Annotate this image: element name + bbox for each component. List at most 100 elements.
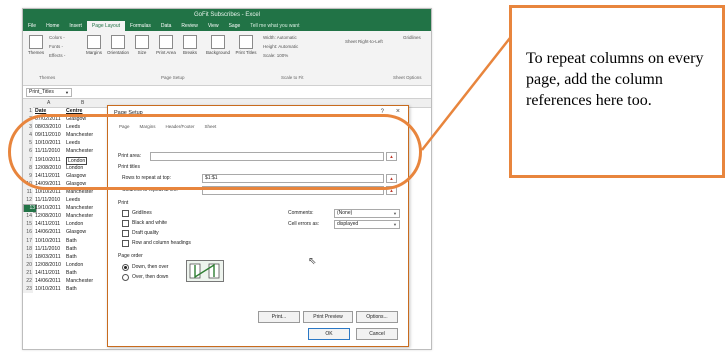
tab-review[interactable]: Review bbox=[176, 21, 202, 31]
centre-cell[interactable]: Manchester bbox=[66, 212, 93, 220]
tab-home[interactable]: Home bbox=[41, 21, 64, 31]
sheet-right-to-left-button[interactable]: Sheet Right-to-Left bbox=[345, 39, 383, 44]
date-cell[interactable]: 10/10/2011 bbox=[35, 237, 61, 245]
print-button[interactable]: Print... bbox=[258, 311, 300, 323]
tab-view[interactable]: View bbox=[203, 21, 224, 31]
column-header[interactable]: B bbox=[81, 99, 84, 107]
comments-label: Comments: bbox=[288, 210, 314, 216]
column-header[interactable]: A bbox=[47, 99, 50, 107]
size-button[interactable]: Size bbox=[131, 35, 153, 55]
width-select[interactable]: Width: Automatic bbox=[263, 35, 297, 40]
group-label-page-setup: Page Setup bbox=[161, 75, 185, 80]
black-and-white-checkbox[interactable] bbox=[122, 220, 129, 227]
date-cell[interactable]: 14/06/2011 bbox=[35, 228, 61, 236]
over-then-down-radio[interactable] bbox=[122, 274, 129, 281]
row-number[interactable]: 20 bbox=[23, 260, 33, 269]
table-row[interactable]: 15 14/11/2011 London bbox=[23, 220, 113, 229]
breaks-button[interactable]: Breaks bbox=[179, 35, 201, 55]
ok-button[interactable]: OK bbox=[308, 328, 350, 340]
colors-button[interactable]: Colors - bbox=[49, 35, 65, 40]
centre-cell[interactable]: Leeds bbox=[66, 196, 80, 204]
table-row[interactable]: 21 14/11/2011 Bath bbox=[23, 268, 113, 277]
table-row[interactable]: 16 14/06/2011 Glasgow bbox=[23, 228, 113, 237]
orientation-button[interactable]: Orientation bbox=[107, 35, 129, 55]
print-area-button[interactable]: Print Area bbox=[155, 35, 177, 55]
table-row[interactable]: 23 10/10/2011 Bath bbox=[23, 285, 113, 294]
row-col-headings-checkbox[interactable] bbox=[122, 240, 129, 247]
row-number[interactable]: 1 bbox=[23, 107, 33, 116]
table-row[interactable]: 12 11/11/2010 Leeds bbox=[23, 196, 113, 205]
height-select[interactable]: Height: Automatic bbox=[263, 44, 298, 49]
centre-cell[interactable]: Glasgow bbox=[66, 228, 86, 236]
date-cell[interactable]: 14/06/2011 bbox=[35, 277, 61, 285]
table-row[interactable]: 19 18/03/2011 Bath bbox=[23, 252, 113, 261]
row-number[interactable]: 22 bbox=[23, 276, 33, 286]
margins-icon bbox=[87, 35, 101, 49]
comments-select[interactable]: (None) ▼ bbox=[334, 209, 400, 218]
centre-cell[interactable]: Bath bbox=[66, 237, 77, 245]
tell-me-search[interactable]: Tell me what you want bbox=[245, 21, 304, 31]
row-number[interactable]: 21 bbox=[23, 268, 33, 277]
close-button[interactable]: × bbox=[396, 108, 400, 115]
tab-file[interactable]: File bbox=[23, 21, 41, 31]
table-row[interactable]: 14 12/08/2010 Manchester bbox=[23, 212, 113, 221]
draft-quality-checkbox[interactable] bbox=[122, 230, 129, 237]
ribbon: Themes Colors - Fonts - Effects - Margin… bbox=[23, 31, 431, 86]
table-row[interactable]: 13 19/10/2011 Manchester bbox=[23, 204, 113, 214]
scale-field[interactable]: Scale: 100% bbox=[263, 53, 288, 58]
centre-cell[interactable]: Manchester bbox=[66, 277, 93, 285]
date-cell[interactable]: 10/10/2011 bbox=[35, 285, 61, 293]
formula-bar: Print_Titles ▼ bbox=[23, 86, 431, 99]
row-number[interactable]: 14 bbox=[23, 212, 33, 221]
gridlines-option[interactable]: Gridlines bbox=[403, 35, 421, 40]
themes-button[interactable]: Themes bbox=[25, 35, 47, 55]
over-then-down-label: Over, then down bbox=[132, 274, 169, 280]
tab-insert[interactable]: Insert bbox=[64, 21, 87, 31]
print-preview-button[interactable]: Print Preview bbox=[303, 311, 353, 323]
date-cell[interactable]: 14/11/2011 bbox=[35, 220, 60, 228]
row-number[interactable]: 12 bbox=[23, 196, 33, 205]
tab-data[interactable]: Data bbox=[156, 21, 177, 31]
cancel-button[interactable]: Cancel bbox=[356, 328, 398, 340]
row-number[interactable]: 19 bbox=[23, 252, 33, 261]
date-cell[interactable]: 19/10/2011 bbox=[35, 204, 61, 212]
callout-text: To repeat columns on every page, add the… bbox=[526, 50, 704, 109]
row-number[interactable]: 18 bbox=[23, 244, 33, 253]
tab-sage[interactable]: Sage bbox=[224, 21, 246, 31]
table-row[interactable]: 22 14/06/2011 Manchester bbox=[23, 276, 113, 286]
row-number[interactable]: 16 bbox=[23, 228, 33, 237]
centre-cell[interactable]: Bath bbox=[66, 245, 77, 253]
gridlines-checkbox[interactable] bbox=[122, 210, 129, 217]
row-number[interactable]: 15 bbox=[23, 220, 33, 229]
cell-errors-select[interactable]: displayed ▼ bbox=[334, 220, 400, 229]
row-col-headings-label: Row and column headings bbox=[132, 240, 191, 246]
date-cell[interactable]: 12/08/2010 bbox=[35, 212, 61, 220]
tab-formulas[interactable]: Formulas bbox=[125, 21, 156, 31]
table-row[interactable]: 17 10/10/2011 Bath bbox=[23, 236, 113, 245]
centre-cell[interactable]: London bbox=[66, 220, 83, 228]
date-cell[interactable]: 12/08/2010 bbox=[35, 261, 61, 269]
table-row[interactable]: 20 12/08/2010 London bbox=[23, 260, 113, 269]
options-button[interactable]: Options... bbox=[356, 311, 398, 323]
centre-cell[interactable]: Bath bbox=[66, 285, 77, 293]
date-cell[interactable]: 11/11/2010 bbox=[35, 196, 60, 204]
table-row[interactable]: 18 11/11/2010 Bath bbox=[23, 244, 113, 253]
effects-button[interactable]: Effects - bbox=[49, 53, 65, 58]
print-titles-button[interactable]: Print Titles bbox=[235, 35, 257, 55]
background-button[interactable]: Background bbox=[203, 35, 233, 55]
centre-cell[interactable]: Bath bbox=[66, 269, 77, 277]
row-number[interactable]: 11 bbox=[23, 187, 33, 197]
date-cell[interactable]: 18/03/2011 bbox=[35, 253, 61, 261]
date-cell[interactable]: 11/11/2010 bbox=[35, 245, 60, 253]
centre-cell[interactable]: London bbox=[66, 261, 83, 269]
row-number[interactable]: 23 bbox=[23, 285, 33, 294]
down-then-over-radio[interactable] bbox=[122, 264, 129, 271]
centre-cell[interactable]: Manchester bbox=[66, 204, 93, 212]
margins-button[interactable]: Margins bbox=[83, 35, 105, 55]
centre-cell[interactable]: Bath bbox=[66, 253, 77, 261]
date-cell[interactable]: 14/11/2011 bbox=[35, 269, 60, 277]
row-number[interactable]: 17 bbox=[23, 236, 33, 245]
tab-page-layout[interactable]: Page Layout bbox=[86, 21, 126, 31]
name-box[interactable]: Print_Titles ▼ bbox=[26, 88, 72, 97]
fonts-button[interactable]: Fonts - bbox=[49, 44, 63, 49]
